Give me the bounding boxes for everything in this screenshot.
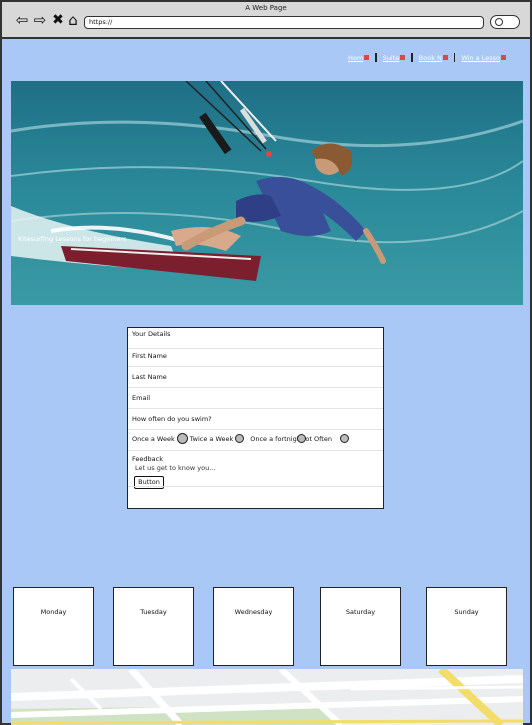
link-marker-icon xyxy=(442,55,448,60)
nav-item-suite[interactable]: Suite xyxy=(383,54,406,62)
submit-button[interactable]: Button xyxy=(134,476,164,489)
email-field[interactable]: Email xyxy=(128,388,383,409)
nav-item-home[interactable]: Hom xyxy=(348,54,370,62)
feedback-row: Feedback xyxy=(128,452,383,464)
home-icon[interactable]: ⌂ xyxy=(65,12,81,28)
day-card-tuesday[interactable]: Tuesday xyxy=(113,587,194,666)
swim-frequency-options: Once a Week Twice a Week Once a fortnigh… xyxy=(132,433,351,444)
email-label: Email xyxy=(132,394,151,402)
form-title: Your Details xyxy=(132,330,171,338)
swim-question-row: How often do you swim? xyxy=(128,409,383,430)
browser-window: A Web Page ⇦ ⇨ ✖ ⌂ https:// Hom Suite Bo… xyxy=(0,0,532,725)
nav-item-book-now[interactable]: Book N xyxy=(419,54,448,62)
feedback-label: Feedback xyxy=(132,455,163,463)
back-arrow-icon[interactable]: ⇦ xyxy=(14,12,30,28)
feedback-textarea[interactable]: Let us get to know you... xyxy=(135,464,215,472)
form-divider xyxy=(128,486,383,487)
hero-image: Kitesurfing Lessons for beginners xyxy=(11,81,523,305)
first-name-field[interactable]: First Name xyxy=(128,346,383,367)
option-once-a-week-radio[interactable] xyxy=(176,433,188,444)
link-marker-icon xyxy=(501,55,506,60)
option-twice-a-week-radio[interactable] xyxy=(235,434,245,443)
day-label: Sunday xyxy=(454,608,479,616)
link-marker-icon xyxy=(400,55,406,60)
swim-question-label: How often do you swim? xyxy=(132,415,212,423)
last-name-label: Last Name xyxy=(132,373,167,381)
option-not-often-label: ot Often xyxy=(305,434,332,443)
option-once-a-fortnight-label: Once a fortnight xyxy=(250,434,304,443)
nav-divider xyxy=(411,53,413,62)
hero-caption: Kitesurfing Lessons for beginners xyxy=(18,235,127,243)
day-card-sunday[interactable]: Sunday xyxy=(426,587,507,666)
day-label: Saturday xyxy=(345,608,376,616)
option-once-a-week-label: Once a Week xyxy=(132,434,175,443)
window-title: A Web Page xyxy=(245,4,287,12)
main-navigation: Hom Suite Book N Win a Lesso xyxy=(348,53,506,62)
close-icon[interactable]: ✖ xyxy=(50,12,66,28)
forward-arrow-icon[interactable]: ⇨ xyxy=(32,12,48,28)
nav-divider xyxy=(453,53,456,62)
last-name-field[interactable]: Last Name xyxy=(128,367,383,388)
url-input[interactable]: https:// xyxy=(84,16,484,29)
first-name-label: First Name xyxy=(132,352,167,360)
day-card-saturday[interactable]: Saturday xyxy=(320,587,401,666)
day-card-wednesday[interactable]: Wednesday xyxy=(213,587,294,666)
option-twice-a-week-label: Twice a Week xyxy=(189,434,234,443)
search-icon[interactable] xyxy=(490,15,520,29)
nav-divider xyxy=(375,53,377,62)
option-not-often-radio[interactable] xyxy=(339,434,349,443)
details-form: Your Details First Name Last Name Email … xyxy=(127,327,384,509)
location-map[interactable] xyxy=(11,669,523,725)
day-label: Tuesday xyxy=(140,608,167,616)
nav-item-win-a-lesson[interactable]: Win a Lesso xyxy=(461,54,506,62)
day-label: Wednesday xyxy=(234,608,273,616)
browser-toolbar: A Web Page ⇦ ⇨ ✖ ⌂ https:// xyxy=(2,2,530,39)
day-card-monday[interactable]: Monday xyxy=(13,587,94,666)
day-label: Monday xyxy=(40,608,67,616)
link-marker-icon xyxy=(364,55,370,60)
